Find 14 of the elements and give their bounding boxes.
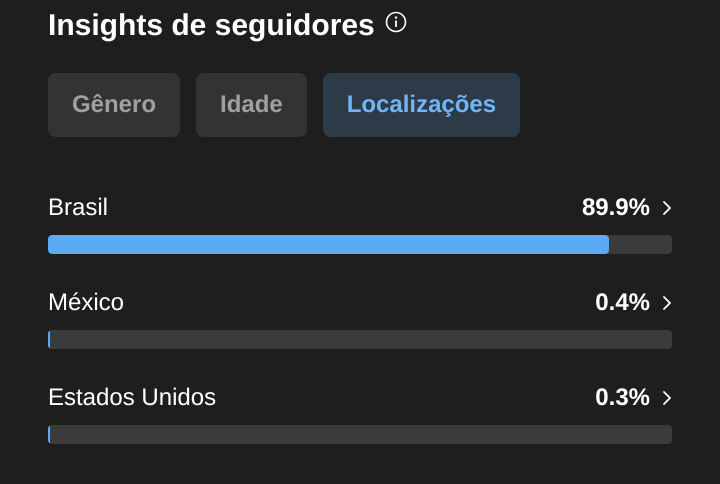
percentage: 0.3% xyxy=(595,384,650,412)
percentage: 89.9% xyxy=(582,194,650,222)
filter-tab[interactable]: Gênero xyxy=(48,73,180,137)
chevron-right-icon[interactable] xyxy=(662,390,672,406)
country-name: México xyxy=(48,289,124,317)
country-name: Brasil xyxy=(48,194,108,222)
filter-tab[interactable]: Localizações xyxy=(322,73,520,137)
chevron-right-icon[interactable] xyxy=(662,200,672,216)
filter-tab[interactable]: Idade xyxy=(196,73,307,137)
section-title: Insights de seguidores xyxy=(48,9,375,43)
info-icon[interactable] xyxy=(384,11,407,33)
percentage: 0.4% xyxy=(595,289,650,317)
chevron-right-icon[interactable] xyxy=(662,295,672,311)
country-name: Estados Unidos xyxy=(48,384,216,412)
